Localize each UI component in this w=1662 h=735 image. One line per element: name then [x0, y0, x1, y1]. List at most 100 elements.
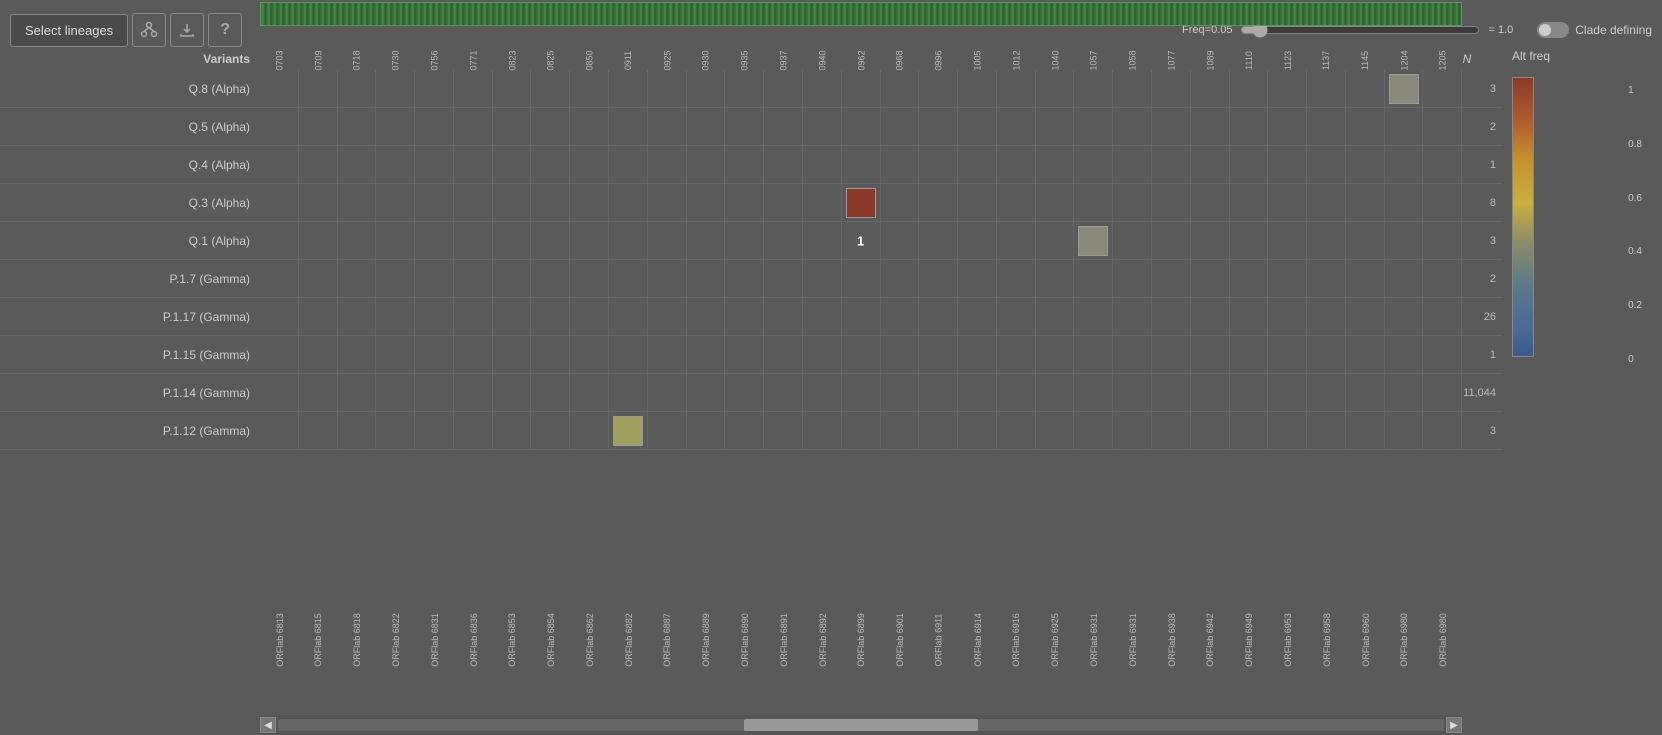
- data-cell-1-5[interactable]: [454, 108, 493, 145]
- data-cell-7-25[interactable]: [1230, 336, 1269, 373]
- data-cell-8-11[interactable]: [687, 374, 726, 411]
- data-cell-8-29[interactable]: [1385, 374, 1424, 411]
- data-cell-3-14[interactable]: [803, 184, 842, 221]
- data-cell-4-28[interactable]: [1346, 222, 1385, 259]
- data-cell-0-26[interactable]: [1268, 70, 1307, 107]
- data-cell-9-21[interactable]: [1074, 412, 1113, 449]
- data-cell-8-19[interactable]: [997, 374, 1036, 411]
- data-cell-0-10[interactable]: [648, 70, 687, 107]
- data-cell-2-19[interactable]: [997, 146, 1036, 183]
- data-cell-2-13[interactable]: [764, 146, 803, 183]
- data-cell-0-17[interactable]: [919, 70, 958, 107]
- data-cell-7-4[interactable]: [415, 336, 454, 373]
- data-cell-0-11[interactable]: [687, 70, 726, 107]
- data-cell-6-6[interactable]: [493, 298, 532, 335]
- data-cell-4-16[interactable]: [881, 222, 920, 259]
- data-cell-1-30[interactable]: [1423, 108, 1462, 145]
- data-cell-5-0[interactable]: [260, 260, 299, 297]
- data-cell-4-25[interactable]: [1230, 222, 1269, 259]
- data-cell-0-19[interactable]: [997, 70, 1036, 107]
- data-cell-6-0[interactable]: [260, 298, 299, 335]
- data-cell-7-18[interactable]: [958, 336, 997, 373]
- data-cell-9-10[interactable]: [648, 412, 687, 449]
- data-cell-5-15[interactable]: [842, 260, 881, 297]
- data-cell-7-9[interactable]: [609, 336, 648, 373]
- data-cell-3-24[interactable]: [1191, 184, 1230, 221]
- data-cell-0-21[interactable]: [1074, 70, 1113, 107]
- data-cell-9-26[interactable]: [1268, 412, 1307, 449]
- data-cell-6-28[interactable]: [1346, 298, 1385, 335]
- data-cell-3-21[interactable]: [1074, 184, 1113, 221]
- data-cell-6-21[interactable]: [1074, 298, 1113, 335]
- data-cell-9-22[interactable]: [1113, 412, 1152, 449]
- data-cell-9-13[interactable]: [764, 412, 803, 449]
- data-cell-9-30[interactable]: [1423, 412, 1462, 449]
- data-cell-3-10[interactable]: [648, 184, 687, 221]
- data-cell-5-13[interactable]: [764, 260, 803, 297]
- data-cell-4-23[interactable]: [1152, 222, 1191, 259]
- data-cell-9-28[interactable]: [1346, 412, 1385, 449]
- data-cell-1-0[interactable]: [260, 108, 299, 145]
- data-cell-3-9[interactable]: [609, 184, 648, 221]
- data-cell-1-20[interactable]: [1036, 108, 1075, 145]
- data-cell-2-15[interactable]: [842, 146, 881, 183]
- data-cell-4-26[interactable]: [1268, 222, 1307, 259]
- scrollbar-thumb[interactable]: [744, 719, 977, 731]
- data-cell-6-7[interactable]: [531, 298, 570, 335]
- data-cell-8-4[interactable]: [415, 374, 454, 411]
- data-cell-1-8[interactable]: [570, 108, 609, 145]
- data-cell-8-0[interactable]: [260, 374, 299, 411]
- data-cell-8-14[interactable]: [803, 374, 842, 411]
- data-cell-7-11[interactable]: [687, 336, 726, 373]
- data-cell-8-3[interactable]: [376, 374, 415, 411]
- data-cell-1-10[interactable]: [648, 108, 687, 145]
- data-cell-8-30[interactable]: [1423, 374, 1462, 411]
- data-cell-6-5[interactable]: [454, 298, 493, 335]
- data-cell-3-5[interactable]: [454, 184, 493, 221]
- data-cell-5-24[interactable]: [1191, 260, 1230, 297]
- data-cell-4-30[interactable]: [1423, 222, 1462, 259]
- data-cell-1-7[interactable]: [531, 108, 570, 145]
- data-cell-2-3[interactable]: [376, 146, 415, 183]
- data-cell-5-16[interactable]: [881, 260, 920, 297]
- data-cell-7-29[interactable]: [1385, 336, 1424, 373]
- data-cell-9-12[interactable]: [725, 412, 764, 449]
- data-cell-5-12[interactable]: [725, 260, 764, 297]
- data-cell-3-7[interactable]: [531, 184, 570, 221]
- data-cell-0-25[interactable]: [1230, 70, 1269, 107]
- data-cell-9-3[interactable]: [376, 412, 415, 449]
- data-cell-8-27[interactable]: [1307, 374, 1346, 411]
- data-cell-0-23[interactable]: [1152, 70, 1191, 107]
- data-cell-7-21[interactable]: [1074, 336, 1113, 373]
- data-cell-2-4[interactable]: [415, 146, 454, 183]
- data-cell-1-19[interactable]: [997, 108, 1036, 145]
- data-cell-4-17[interactable]: [919, 222, 958, 259]
- data-cell-5-23[interactable]: [1152, 260, 1191, 297]
- data-cell-8-23[interactable]: [1152, 374, 1191, 411]
- data-cell-2-26[interactable]: [1268, 146, 1307, 183]
- data-cell-9-29[interactable]: [1385, 412, 1424, 449]
- data-cell-5-4[interactable]: [415, 260, 454, 297]
- data-cell-2-20[interactable]: [1036, 146, 1075, 183]
- data-cell-1-21[interactable]: [1074, 108, 1113, 145]
- data-cell-8-18[interactable]: [958, 374, 997, 411]
- data-cell-8-26[interactable]: [1268, 374, 1307, 411]
- data-cell-7-12[interactable]: [725, 336, 764, 373]
- data-cell-7-24[interactable]: [1191, 336, 1230, 373]
- data-cell-1-27[interactable]: [1307, 108, 1346, 145]
- data-cell-0-18[interactable]: [958, 70, 997, 107]
- data-cell-3-11[interactable]: [687, 184, 726, 221]
- data-cell-4-27[interactable]: [1307, 222, 1346, 259]
- data-cell-6-16[interactable]: [881, 298, 920, 335]
- data-cell-4-19[interactable]: [997, 222, 1036, 259]
- data-cell-5-22[interactable]: [1113, 260, 1152, 297]
- data-cell-1-2[interactable]: [338, 108, 377, 145]
- data-cell-3-17[interactable]: [919, 184, 958, 221]
- data-cell-6-14[interactable]: [803, 298, 842, 335]
- data-cell-4-24[interactable]: [1191, 222, 1230, 259]
- data-cell-9-6[interactable]: [493, 412, 532, 449]
- data-cell-6-30[interactable]: [1423, 298, 1462, 335]
- data-cell-1-18[interactable]: [958, 108, 997, 145]
- data-cell-7-27[interactable]: [1307, 336, 1346, 373]
- data-cell-9-7[interactable]: [531, 412, 570, 449]
